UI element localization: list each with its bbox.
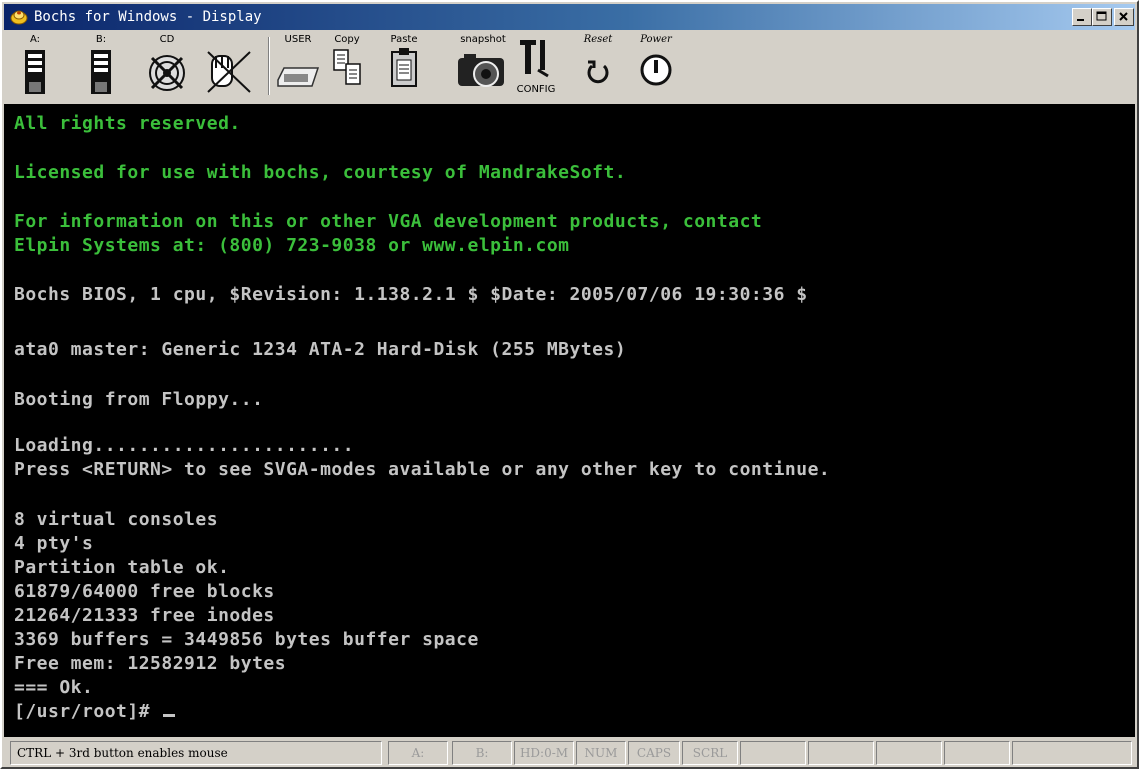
maximize-button[interactable] bbox=[1092, 8, 1112, 26]
power-icon bbox=[640, 54, 672, 86]
console-line: Bochs BIOS, 1 cpu, $Revision: 1.138.2.1 … bbox=[14, 284, 808, 305]
console-line: Press <RETURN> to see SVGA-modes availab… bbox=[14, 459, 831, 480]
console-line: Partition table ok. bbox=[14, 557, 230, 578]
power-button[interactable]: Power bbox=[632, 34, 680, 100]
floppy-b-icon bbox=[91, 50, 111, 94]
minimize-icon bbox=[1077, 19, 1084, 21]
console-line: 8 virtual consoles bbox=[14, 509, 219, 530]
console-line: For information on this or other VGA dev… bbox=[14, 211, 763, 232]
console-line: Licensed for use with bochs, courtesy of… bbox=[14, 162, 627, 183]
camera-icon bbox=[458, 54, 504, 87]
cdrom-button[interactable]: CD bbox=[144, 34, 190, 100]
reset-icon bbox=[587, 60, 609, 84]
config-button[interactable]: CONFIG bbox=[516, 34, 556, 100]
console-line: Booting from Floppy... bbox=[14, 389, 264, 410]
console-line: All rights reserved. bbox=[14, 113, 241, 134]
toolbar-separator bbox=[268, 37, 270, 95]
close-button[interactable] bbox=[1114, 8, 1134, 26]
text-cursor bbox=[163, 714, 176, 717]
status-bar: CTRL + 3rd button enables mouse A: B: HD… bbox=[4, 739, 1135, 767]
floppy-b-button[interactable]: B: bbox=[84, 34, 118, 100]
cdrom-icon bbox=[149, 55, 185, 91]
vga-display[interactable]: All rights reserved. Licensed for use wi… bbox=[4, 104, 1135, 737]
shell-prompt: [/usr/root]# bbox=[14, 701, 162, 722]
console-line: Loading....................... bbox=[14, 435, 355, 456]
status-floppy-a: A: bbox=[388, 741, 448, 765]
status-message: CTRL + 3rd button enables mouse bbox=[10, 741, 382, 765]
status-cell-empty bbox=[876, 741, 942, 765]
mouse-icon bbox=[207, 51, 251, 93]
maximize-icon bbox=[1096, 11, 1107, 21]
minimize-button[interactable] bbox=[1072, 8, 1092, 26]
bochs-app-icon[interactable] bbox=[10, 8, 28, 26]
copy-button[interactable]: Copy bbox=[328, 34, 366, 100]
status-floppy-b: B: bbox=[452, 741, 512, 765]
user-keyboard-button[interactable]: USER bbox=[276, 34, 320, 100]
snapshot-button[interactable]: snapshot bbox=[452, 34, 514, 100]
status-cell-empty bbox=[808, 741, 874, 765]
close-icon bbox=[1119, 12, 1128, 21]
keyboard-icon bbox=[277, 67, 320, 87]
window-title: Bochs for Windows - Display bbox=[34, 9, 262, 25]
title-bar[interactable]: Bochs for Windows - Display bbox=[4, 4, 1135, 30]
console-line: 61879/64000 free blocks bbox=[14, 581, 275, 602]
console-line: 3369 buffers = 3449856 bytes buffer spac… bbox=[14, 629, 479, 650]
console-line: Elpin Systems at: (800) 723-9038 or www.… bbox=[14, 235, 570, 256]
console-line: Free mem: 12582912 bytes bbox=[14, 653, 287, 674]
mouse-button[interactable] bbox=[202, 34, 260, 100]
console-line: ata0 master: Generic 1234 ATA-2 Hard-Dis… bbox=[14, 339, 627, 360]
status-scrl: SCRL bbox=[682, 741, 738, 765]
bochs-window: Bochs for Windows - Display A: B: CD USE… bbox=[0, 0, 1139, 769]
status-cell-empty bbox=[1012, 741, 1132, 765]
console-line: 4 pty's bbox=[14, 533, 94, 554]
status-hd: HD:0-M bbox=[514, 741, 574, 765]
status-cell-empty bbox=[944, 741, 1010, 765]
toolbar: A: B: CD USER Copy Paste snapshot CONFIG… bbox=[4, 31, 1135, 103]
paste-icon bbox=[391, 48, 417, 87]
floppy-a-button[interactable]: A: bbox=[18, 34, 52, 100]
console-line: === Ok. bbox=[14, 677, 94, 698]
console-line: 21264/21333 free inodes bbox=[14, 605, 275, 626]
paste-button[interactable]: Paste bbox=[388, 34, 420, 100]
copy-icon bbox=[333, 49, 361, 85]
status-cell-empty bbox=[740, 741, 806, 765]
status-caps: CAPS bbox=[628, 741, 680, 765]
floppy-a-icon bbox=[25, 50, 45, 94]
shell-prompt-line[interactable]: [/usr/root]# bbox=[14, 701, 176, 723]
reset-button[interactable]: Reset bbox=[574, 34, 622, 100]
status-num: NUM bbox=[576, 741, 626, 765]
